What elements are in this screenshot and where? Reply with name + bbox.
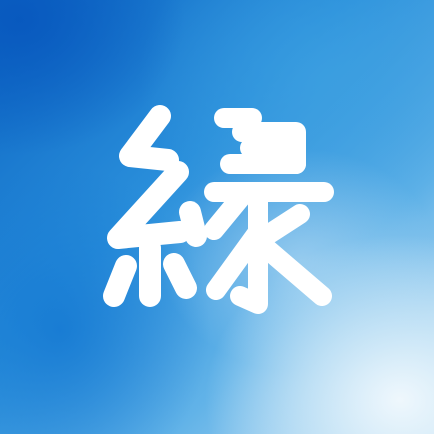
thread-radical: [103, 105, 207, 307]
phonetic-component: [204, 108, 334, 314]
kanji-glyph-en: [103, 105, 334, 314]
app-icon[interactable]: 縁: [0, 0, 434, 434]
